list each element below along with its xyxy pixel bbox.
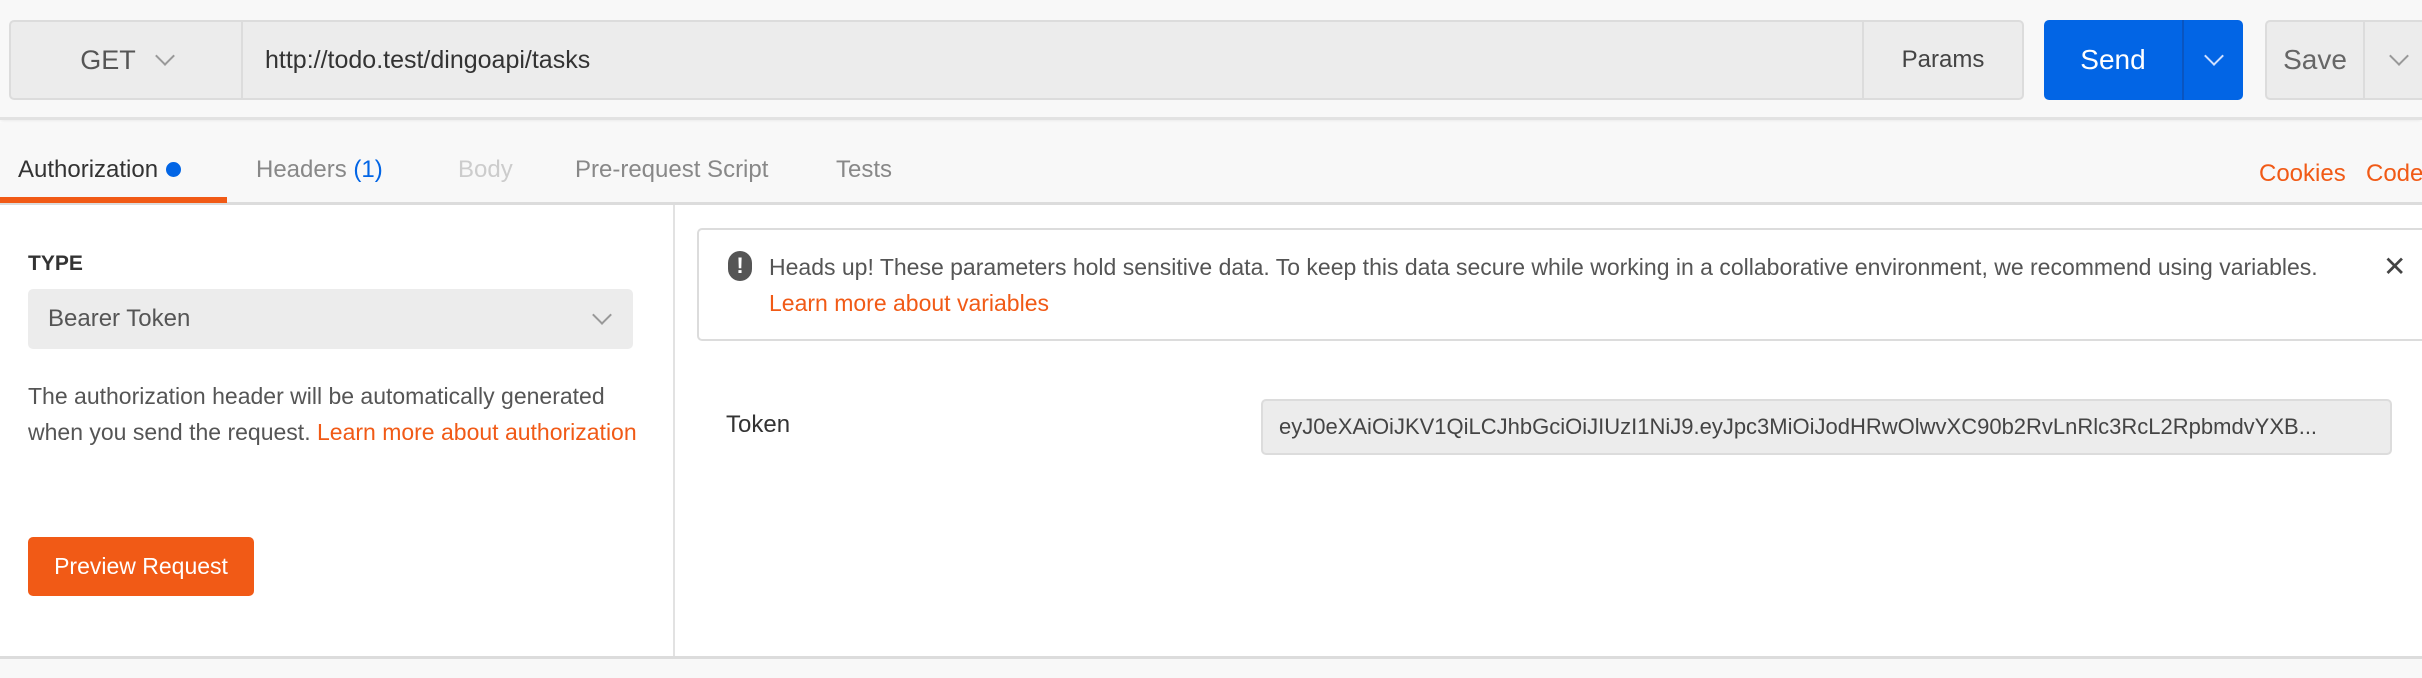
type-label: TYPE <box>28 252 83 275</box>
send-dropdown-button[interactable] <box>2182 20 2243 100</box>
send-button-group: Send <box>2044 20 2243 100</box>
send-button[interactable]: Send <box>2044 20 2182 100</box>
chevron-down-icon <box>2203 46 2224 66</box>
exclamation-circle-icon: ! <box>728 251 752 281</box>
request-tabs: Authorization Headers (1) Body Pre-reque… <box>0 123 2422 205</box>
save-button[interactable]: Save <box>2267 44 2363 76</box>
auth-type-value: Bearer Token <box>48 305 191 332</box>
token-input[interactable]: eyJ0eXAiOiJKV1QiLCJhbGciOiJIUzI1NiJ9.eyJ… <box>1261 399 2392 455</box>
token-label: Token <box>726 411 791 438</box>
tab-headers[interactable]: Headers (1) <box>256 156 383 184</box>
headers-count: (1) <box>353 156 383 183</box>
bottom-bar <box>0 656 2422 678</box>
params-button[interactable]: Params <box>1862 20 2024 100</box>
auth-type-select[interactable]: Bearer Token <box>28 289 633 349</box>
tab-authorization[interactable]: Authorization <box>18 156 182 184</box>
close-icon[interactable]: ✕ <box>2383 250 2406 283</box>
learn-more-auth-link[interactable]: Learn more about authorization <box>317 419 637 445</box>
learn-more-variables-link[interactable]: Learn more about variables <box>769 290 1049 316</box>
method-select[interactable]: GET <box>9 20 243 100</box>
tab-label: Headers <box>256 156 347 183</box>
tab-label: Authorization <box>18 156 159 183</box>
code-link[interactable]: Code <box>2366 160 2422 188</box>
modified-dot-icon <box>166 162 182 177</box>
tab-tests[interactable]: Tests <box>836 156 892 184</box>
save-dropdown-button[interactable] <box>2363 22 2422 98</box>
chevron-down-icon <box>592 305 612 325</box>
active-tab-underline <box>0 197 227 203</box>
auth-description: The authorization header will be automat… <box>28 378 638 450</box>
alert-text: Heads up! These parameters hold sensitiv… <box>769 249 2359 321</box>
preview-request-button[interactable]: Preview Request <box>28 537 254 596</box>
chevron-down-icon <box>2389 46 2409 66</box>
tab-body[interactable]: Body <box>458 156 513 184</box>
save-button-group: Save <box>2265 20 2422 100</box>
cookies-link[interactable]: Cookies <box>2259 160 2346 188</box>
tab-pre-request-script[interactable]: Pre-request Script <box>575 156 768 184</box>
chevron-down-icon <box>154 46 175 66</box>
url-input[interactable]: http://todo.test/dingoapi/tasks <box>241 20 1864 100</box>
alert-message: Heads up! These parameters hold sensitiv… <box>769 254 2318 280</box>
method-value: GET <box>80 44 136 75</box>
